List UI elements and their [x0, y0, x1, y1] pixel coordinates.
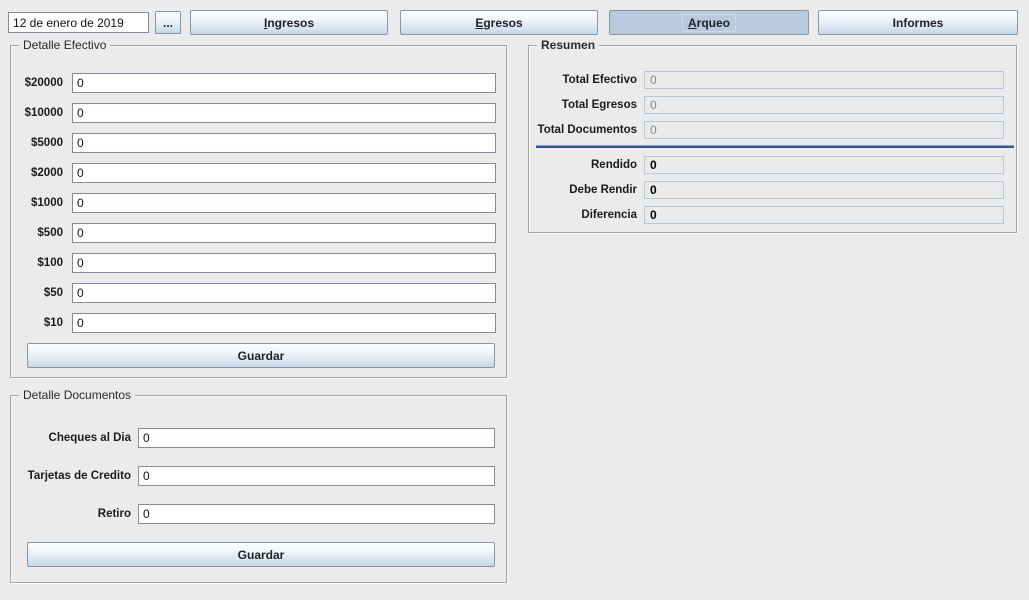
denomination-input-100[interactable]	[72, 253, 496, 273]
total-efectivo-field: 0	[644, 71, 1004, 89]
panel-title: Detalle Documentos	[19, 388, 135, 402]
nav-button-label: Arqueo	[682, 14, 736, 32]
nav-button-arqueo[interactable]: Arqueo	[609, 10, 809, 35]
denomination-label: $1000	[11, 193, 63, 213]
cheques-al-dia-input[interactable]	[138, 428, 495, 448]
denomination-input-20000[interactable]	[72, 73, 496, 93]
date-input[interactable]	[8, 12, 149, 33]
denomination-input-5000[interactable]	[72, 133, 496, 153]
denomination-label: $50	[11, 283, 63, 303]
denomination-label: $100	[11, 253, 63, 273]
total-documentos-field: 0	[644, 121, 1004, 139]
panel-title: Detalle Efectivo	[19, 38, 110, 52]
resumen-label: Debe Rendir	[529, 181, 637, 199]
resumen-label: Total Efectivo	[529, 71, 637, 89]
denomination-label: $2000	[11, 163, 63, 183]
debe-rendir-field: 0	[644, 181, 1004, 199]
documento-label: Cheques al Dia	[11, 428, 131, 448]
save-documentos-button[interactable]: Guardar	[27, 542, 495, 567]
nav-button-label: Informes	[893, 16, 944, 30]
denomination-input-2000[interactable]	[72, 163, 496, 183]
resumen-label: Total Documentos	[529, 121, 637, 139]
retiro-input[interactable]	[138, 504, 495, 524]
nav-button-egresos[interactable]: Egresos	[400, 10, 598, 35]
denomination-input-10[interactable]	[72, 313, 496, 333]
ellipsis-icon: ...	[163, 16, 173, 30]
denomination-input-10000[interactable]	[72, 103, 496, 123]
detalle-documentos-panel: Detalle Documentos Cheques al Dia Tarjet…	[10, 395, 507, 583]
save-button-label: Guardar	[238, 349, 285, 363]
resumen-separator	[536, 145, 1014, 148]
resumen-label: Diferencia	[529, 206, 637, 224]
save-efectivo-button[interactable]: Guardar	[27, 343, 495, 368]
nav-button-informes[interactable]: Informes	[818, 10, 1018, 35]
total-egresos-field: 0	[644, 96, 1004, 114]
documento-label: Tarjetas de Credito	[11, 466, 131, 486]
denomination-label: $5000	[11, 133, 63, 153]
tarjetas-de-credito-input[interactable]	[138, 466, 495, 486]
resumen-label: Total Egresos	[529, 96, 637, 114]
denomination-label: $500	[11, 223, 63, 243]
rendido-field: 0	[644, 156, 1004, 174]
nav-button-label: Ingresos	[264, 16, 314, 30]
denomination-label: $10000	[11, 103, 63, 123]
resumen-label: Rendido	[529, 156, 637, 174]
denomination-input-1000[interactable]	[72, 193, 496, 213]
denomination-input-50[interactable]	[72, 283, 496, 303]
date-browse-button[interactable]: ...	[155, 11, 181, 34]
panel-title: Resumen	[537, 38, 599, 52]
denomination-label: $20000	[11, 73, 63, 93]
resumen-panel: Resumen Total Efectivo 0 Total Egresos 0…	[528, 45, 1017, 233]
documento-label: Retiro	[11, 504, 131, 524]
save-button-label: Guardar	[238, 548, 285, 562]
diferencia-field: 0	[644, 206, 1004, 224]
denomination-label: $10	[11, 313, 63, 333]
nav-button-label: Egresos	[475, 16, 522, 30]
nav-button-ingresos[interactable]: Ingresos	[190, 10, 388, 35]
detalle-efectivo-panel: Detalle Efectivo $20000 $10000 $5000 $20…	[10, 45, 507, 378]
denomination-input-500[interactable]	[72, 223, 496, 243]
